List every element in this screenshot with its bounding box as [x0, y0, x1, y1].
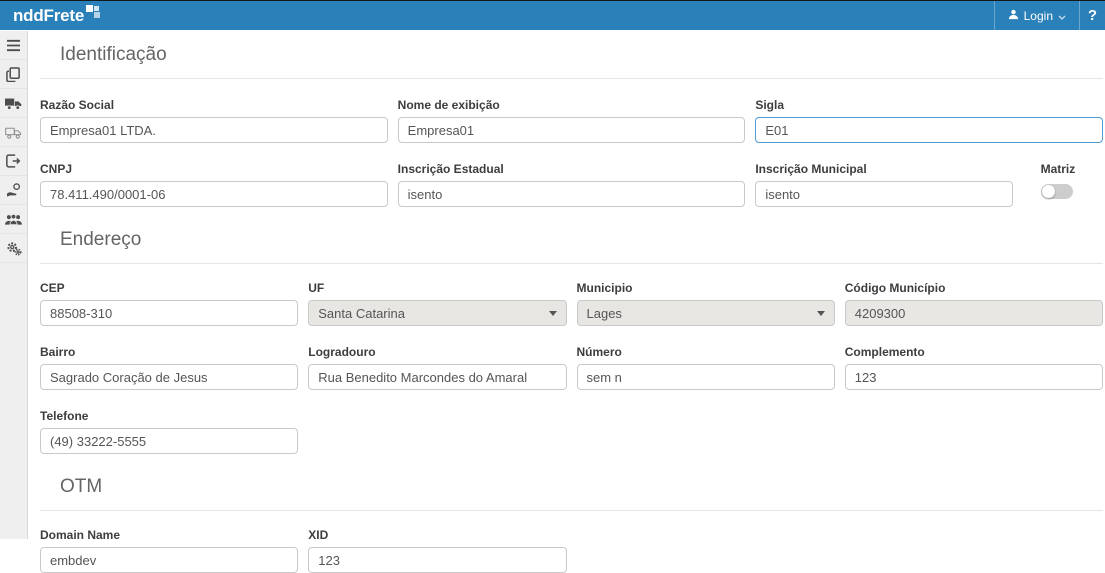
field-logradouro: Logradouro [308, 345, 566, 390]
inscricao-estadual-input[interactable] [398, 181, 746, 207]
field-nome-exibicao: Nome de exibição [398, 98, 746, 143]
field-inscricao-estadual: Inscrição Estadual [398, 162, 746, 207]
login-menu[interactable]: Login [994, 1, 1079, 30]
inscricao-municipal-input[interactable] [755, 181, 1012, 207]
login-label: Login [1024, 9, 1053, 23]
sidebar-item-menu[interactable] [0, 31, 27, 60]
section-title-endereco: Endereço [40, 207, 1103, 264]
chevron-down-icon [1058, 9, 1066, 23]
complemento-label: Complemento [845, 345, 1103, 359]
sidebar [0, 31, 28, 539]
xid-input[interactable] [308, 547, 566, 573]
nome-exibicao-input[interactable] [398, 117, 746, 143]
field-razao-social: Razão Social [40, 98, 388, 143]
cep-input[interactable] [40, 300, 298, 326]
sigla-label: Sigla [755, 98, 1103, 112]
field-inscricao-municipal: Inscrição Municipal [755, 162, 1012, 207]
field-cnpj: CNPJ [40, 162, 388, 207]
telefone-input[interactable] [40, 428, 298, 454]
inscricao-municipal-label: Inscrição Municipal [755, 162, 1012, 176]
domain-name-input[interactable] [40, 547, 298, 573]
brand-text: nddFrete [13, 6, 84, 26]
cnpj-label: CNPJ [40, 162, 388, 176]
sidebar-item-users[interactable] [0, 205, 27, 234]
user-icon [1008, 9, 1019, 23]
settings-gears-icon [6, 241, 22, 256]
section-title-otm: OTM [40, 454, 1103, 511]
numero-input[interactable] [577, 364, 835, 390]
section-title-identificacao: Identificação [40, 31, 1103, 79]
bairro-label: Bairro [40, 345, 298, 359]
field-numero: Número [577, 345, 835, 390]
cep-label: CEP [40, 281, 298, 295]
sidebar-item-settings[interactable] [0, 234, 27, 263]
matriz-toggle[interactable] [1041, 184, 1073, 199]
field-bairro: Bairro [40, 345, 298, 390]
sidebar-item-truck[interactable] [0, 89, 27, 118]
municipio-select-value: Lages [587, 306, 622, 321]
uf-select-value: Santa Catarina [318, 306, 405, 321]
municipio-label: Municipio [577, 281, 835, 295]
numero-label: Número [577, 345, 835, 359]
razao-social-input[interactable] [40, 117, 388, 143]
users-icon [5, 213, 22, 226]
field-complemento: Complemento [845, 345, 1103, 390]
brand-logo: nddFrete [13, 1, 100, 30]
logradouro-label: Logradouro [308, 345, 566, 359]
logradouro-input[interactable] [308, 364, 566, 390]
field-domain-name: Domain Name [40, 528, 298, 573]
codigo-municipio-input [845, 300, 1103, 326]
logout-icon [6, 154, 21, 168]
sidebar-item-truck-alt[interactable] [0, 118, 27, 147]
uf-select[interactable]: Santa Catarina [308, 300, 566, 326]
copy-icon [6, 67, 21, 82]
truck-icon [5, 97, 22, 110]
field-matriz: Matriz [1041, 162, 1076, 199]
bairro-input[interactable] [40, 364, 298, 390]
field-codigo-municipio: Código Município [845, 281, 1103, 326]
menu-icon [6, 39, 21, 52]
chevron-down-icon [817, 311, 825, 316]
brand-squares-icon [86, 5, 100, 19]
cnpj-input[interactable] [40, 181, 388, 207]
chevron-down-icon [549, 311, 557, 316]
field-telefone: Telefone [40, 409, 298, 454]
telefone-label: Telefone [40, 409, 298, 423]
toggle-knob [1042, 185, 1055, 198]
complemento-input[interactable] [845, 364, 1103, 390]
sidebar-item-exit[interactable] [0, 147, 27, 176]
xid-label: XID [308, 528, 566, 542]
domain-name-label: Domain Name [40, 528, 298, 542]
truck-outline-icon [5, 126, 22, 139]
inscricao-estadual-label: Inscrição Estadual [398, 162, 746, 176]
sidebar-item-services[interactable] [0, 176, 27, 205]
app-header: nddFrete Login ? [0, 0, 1105, 30]
matriz-label: Matriz [1041, 162, 1076, 176]
field-sigla: Sigla [755, 98, 1103, 143]
uf-label: UF [308, 281, 566, 295]
sigla-input[interactable] [755, 117, 1103, 143]
codigo-municipio-label: Código Município [845, 281, 1103, 295]
nome-exibicao-label: Nome de exibição [398, 98, 746, 112]
field-cep: CEP [40, 281, 298, 326]
help-button[interactable]: ? [1079, 1, 1105, 30]
hand-service-icon [6, 183, 22, 197]
sidebar-item-documents[interactable] [0, 60, 27, 89]
field-uf: UF Santa Catarina [308, 281, 566, 326]
municipio-select[interactable]: Lages [577, 300, 835, 326]
main-content: Identificação Razão Social Nome de exibi… [28, 31, 1105, 539]
razao-social-label: Razão Social [40, 98, 388, 112]
field-xid: XID [308, 528, 566, 573]
field-municipio: Municipio Lages [577, 281, 835, 326]
